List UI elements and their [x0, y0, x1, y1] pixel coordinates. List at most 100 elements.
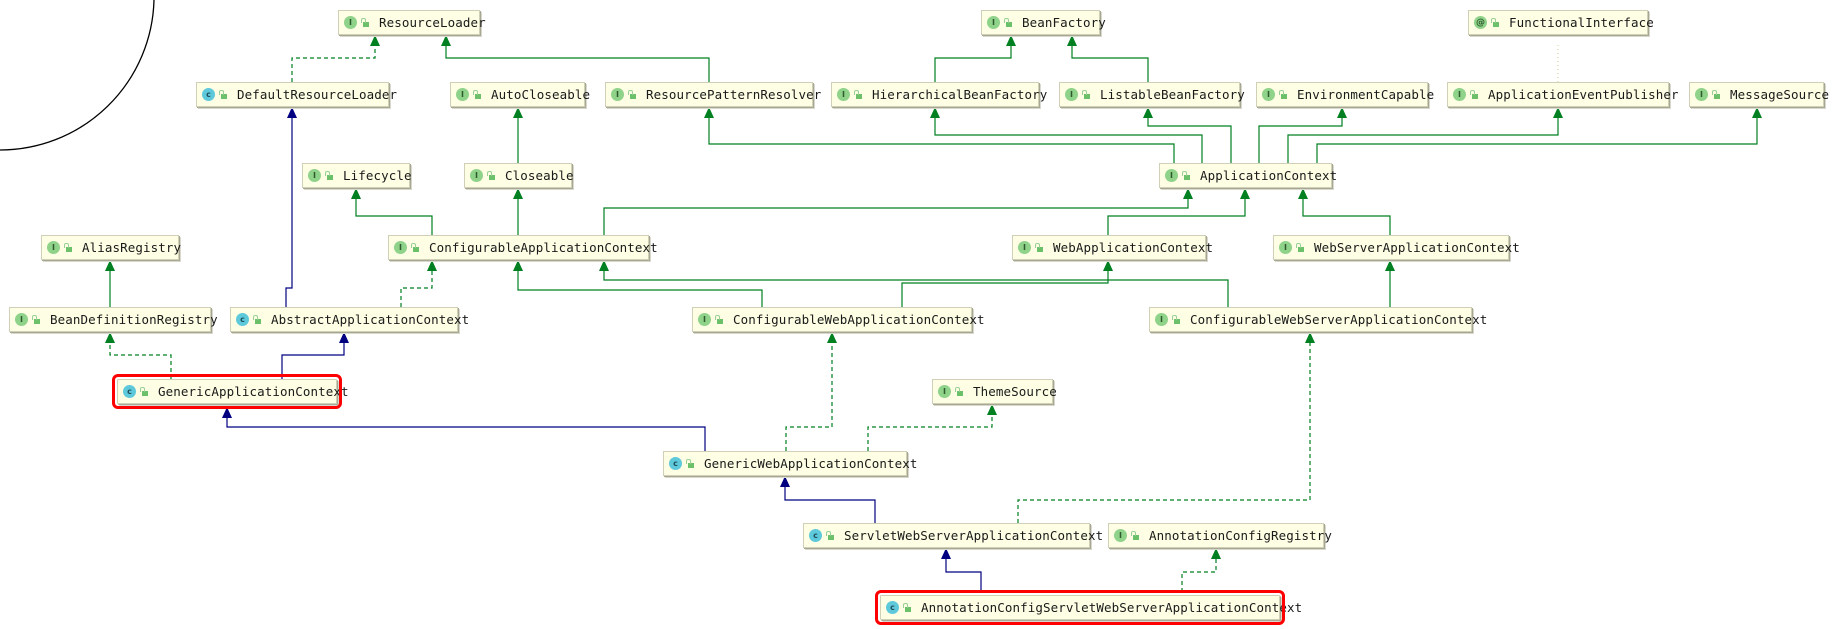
node-label: DefaultResourceLoader — [237, 87, 398, 102]
node-label: ApplicationContext — [1200, 168, 1338, 183]
node-label: ConfigurableWebApplicationContext — [733, 312, 985, 327]
edge-implements — [1181, 548, 1221, 592]
node-bean-definition-registry[interactable]: I BeanDefinitionRegistry — [9, 307, 218, 332]
edge-line — [1147, 117, 1232, 163]
node-lifecycle[interactable]: I Lifecycle — [302, 163, 412, 188]
arrowhead-icon — [1103, 260, 1113, 271]
node-label: ConfigurableWebServerApplicationContext — [1190, 312, 1488, 327]
node-generic-application-context[interactable]: c GenericApplicationContext — [112, 374, 349, 409]
edge-line — [708, 117, 1175, 163]
node-resource-pattern-resolver[interactable]: I ResourcePatternResolver — [605, 82, 821, 107]
arrowhead-icon — [513, 107, 523, 118]
edge-extends-interface — [930, 107, 1203, 163]
public-access-icon — [361, 18, 369, 27]
public-access-icon — [1082, 90, 1090, 99]
arrowhead-icon — [941, 548, 951, 559]
interface-icon: I — [1065, 88, 1078, 101]
node-generic-web-application-context[interactable]: c GenericWebApplicationContext — [663, 451, 917, 476]
arrowhead-icon — [339, 332, 349, 343]
edge-line — [603, 270, 1229, 307]
node-application-context[interactable]: I ApplicationContext — [1159, 163, 1337, 188]
edge-line — [1017, 342, 1311, 523]
edge-extends-interface — [513, 260, 763, 307]
node-label: ApplicationEventPublisher — [1488, 87, 1679, 102]
edge-extends-interface — [441, 35, 710, 82]
edge-line — [867, 414, 993, 451]
edge-line — [285, 117, 293, 307]
arrowhead-icon — [427, 260, 437, 271]
edge-implements — [400, 260, 437, 307]
arrowhead-icon — [1298, 188, 1308, 199]
node-label: ThemeSource — [973, 384, 1057, 399]
node-auto-closeable[interactable]: I AutoCloseable — [450, 82, 590, 107]
edge-line — [901, 270, 1109, 307]
node-message-source[interactable]: I MessageSource — [1689, 82, 1829, 107]
interface-icon: I — [1165, 169, 1178, 182]
node-alias-registry[interactable]: I AliasRegistry — [41, 235, 181, 260]
class-icon: c — [669, 457, 682, 470]
public-access-icon — [826, 531, 834, 540]
node-annotation-config-registry[interactable]: I AnnotationConfigRegistry — [1108, 523, 1332, 548]
arrowhead-icon — [827, 332, 837, 343]
arrowhead-icon — [1211, 548, 1221, 559]
interface-icon: I — [987, 16, 1000, 29]
edge-line — [1181, 558, 1217, 592]
public-access-icon — [955, 387, 963, 396]
edge-extends-class — [780, 476, 876, 523]
node-configurable-web-server-application-context[interactable]: I ConfigurableWebServerApplicationContext — [1149, 307, 1487, 332]
public-access-icon — [903, 603, 911, 612]
interface-icon: I — [611, 88, 624, 101]
interface-icon: I — [15, 313, 28, 326]
node-annotation-config-servlet-web-server-application-context[interactable]: c AnnotationConfigServletWebServerApplica… — [875, 590, 1302, 625]
public-access-icon — [140, 387, 148, 396]
public-access-icon — [411, 243, 419, 252]
edge-line — [226, 417, 706, 451]
edge-line — [1071, 45, 1149, 82]
interface-icon: I — [1114, 529, 1127, 542]
node-abstract-application-context[interactable]: c AbstractApplicationContext — [230, 307, 469, 332]
node-web-application-context[interactable]: I WebApplicationContext — [1012, 235, 1213, 260]
node-functional-interface[interactable]: @ FunctionalInterface — [1468, 10, 1654, 35]
arrowhead-icon — [351, 188, 361, 199]
node-configurable-web-application-context[interactable]: I ConfigurableWebApplicationContext — [692, 307, 985, 332]
arrowhead-icon — [513, 188, 523, 199]
interface-icon: I — [470, 169, 483, 182]
edge-extends-interface — [1287, 107, 1563, 163]
arrowhead-icon — [1240, 188, 1250, 199]
interface-icon: I — [1155, 313, 1168, 326]
node-closeable[interactable]: I Closeable — [464, 163, 574, 188]
edge-extends-interface — [513, 188, 523, 235]
edge-line — [603, 198, 1189, 235]
public-access-icon — [219, 90, 227, 99]
node-bean-factory[interactable]: I BeanFactory — [981, 10, 1106, 35]
node-application-event-publisher[interactable]: I ApplicationEventPublisher — [1447, 82, 1679, 107]
class-icon: c — [236, 313, 249, 326]
arrowhead-icon — [780, 476, 790, 487]
node-web-server-application-context[interactable]: I WebServerApplicationContext — [1273, 235, 1520, 260]
edge-extends-class — [285, 107, 297, 307]
node-environment-capable[interactable]: I EnvironmentCapable — [1256, 82, 1434, 107]
node-servlet-web-server-application-context[interactable]: c ServletWebServerApplicationContext — [803, 523, 1103, 548]
class-icon: c — [809, 529, 822, 542]
interface-icon: I — [456, 88, 469, 101]
interface-icon: I — [1018, 241, 1031, 254]
node-resource-loader[interactable]: I ResourceLoader — [338, 10, 486, 35]
edge-implements — [291, 35, 380, 82]
node-label: BeanDefinitionRegistry — [50, 312, 218, 327]
arrowhead-icon — [1305, 332, 1315, 343]
node-default-resource-loader[interactable]: c DefaultResourceLoader — [196, 82, 397, 107]
node-label: HierarchicalBeanFactory — [872, 87, 1048, 102]
edge-extends-interface — [105, 260, 115, 307]
node-configurable-application-context[interactable]: I ConfigurableApplicationContext — [388, 235, 658, 260]
arrowhead-icon — [441, 35, 451, 46]
node-listable-bean-factory[interactable]: I ListableBeanFactory — [1059, 82, 1245, 107]
edge-implements — [785, 332, 837, 451]
interface-icon: I — [344, 16, 357, 29]
node-hierarchical-bean-factory[interactable]: I HierarchicalBeanFactory — [831, 82, 1047, 107]
node-theme-source[interactable]: I ThemeSource — [932, 379, 1057, 404]
edge-line — [785, 342, 833, 451]
arrowhead-icon — [105, 260, 115, 271]
interface-icon: I — [698, 313, 711, 326]
node-label: MessageSource — [1730, 87, 1830, 102]
arrowhead-icon — [370, 35, 380, 46]
